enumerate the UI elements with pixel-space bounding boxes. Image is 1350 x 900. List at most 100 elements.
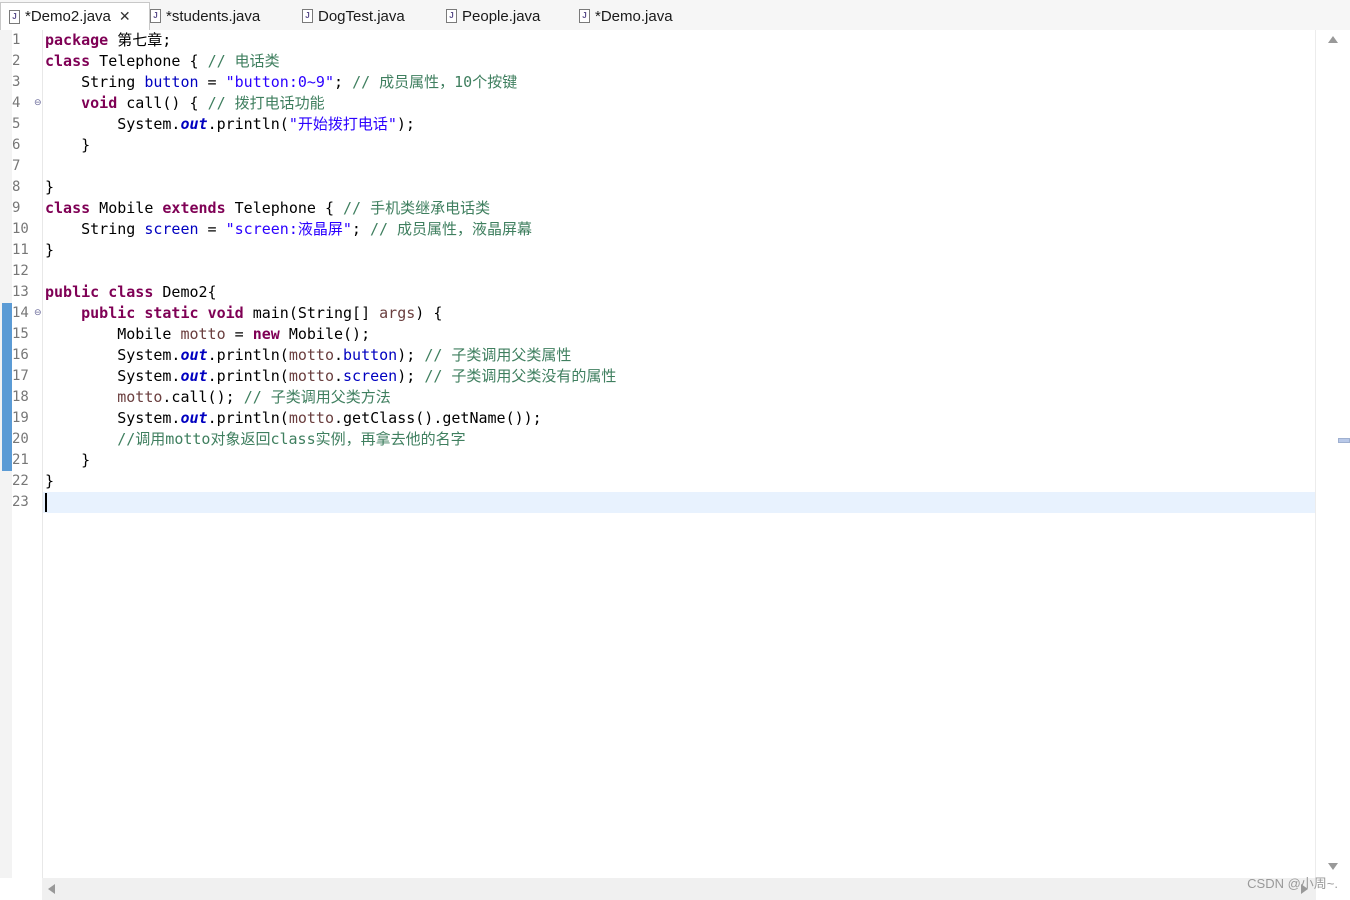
line-number: 4 [12, 95, 21, 111]
code-token: } [45, 241, 55, 259]
code-line[interactable]: String button = "button:0~9"; // 成员属性，10… [45, 72, 517, 93]
code-line[interactable]: System.out.println(motto.getClass().getN… [45, 408, 542, 429]
code-token: "screen:液晶屏" [225, 220, 352, 238]
scroll-left-icon[interactable] [48, 884, 55, 894]
close-icon[interactable]: ✕ [119, 8, 131, 25]
code-token: } [45, 472, 55, 490]
code-line[interactable]: //调用motto对象返回class实例，再拿去他的名字 [45, 429, 466, 450]
code-token: extends [162, 199, 226, 217]
code-token: static [144, 304, 199, 322]
change-marker [2, 303, 12, 471]
code-token: = [198, 220, 226, 238]
java-file-icon: J [150, 9, 161, 23]
code-token: . [334, 346, 344, 364]
code-token: "开始拨打电话" [288, 115, 397, 133]
code-line[interactable]: } [45, 450, 90, 471]
tab-demo2-java[interactable]: J *Demo2.java ✕ [0, 2, 150, 31]
line-number: 2 [12, 53, 21, 69]
text-caret [45, 493, 47, 512]
code-token: main(String[] [243, 304, 380, 322]
line-number: 17 [12, 368, 29, 384]
code-token: Telephone { [225, 199, 344, 217]
code-token: //调用motto对象返回class实例，再拿去他的名字 [117, 430, 466, 448]
code-token: button [343, 346, 398, 364]
code-line[interactable]: class Telephone { // 电话类 [45, 51, 280, 72]
tab-demo-java[interactable]: J *Demo.java [579, 2, 673, 30]
code-token: = [198, 73, 226, 91]
code-line[interactable]: public static void main(String[] args) { [45, 303, 442, 324]
tab-students-java[interactable]: J *students.java [150, 2, 260, 30]
code-token: void [81, 94, 118, 112]
code-token: } [45, 178, 55, 196]
current-line-highlight [43, 492, 1315, 513]
line-number: 1 [12, 32, 21, 48]
code-token: package [45, 31, 109, 49]
code-token: class [45, 52, 91, 70]
code-line[interactable]: package 第七章; [45, 30, 171, 51]
code-token: String [45, 220, 145, 238]
line-number: 22 [12, 473, 29, 489]
tab-label: DogTest.java [318, 7, 405, 25]
code-token: out [180, 409, 208, 427]
code-line[interactable]: } [45, 177, 54, 198]
code-token: args [379, 304, 416, 322]
code-token: class [45, 199, 91, 217]
code-line[interactable]: } [45, 471, 54, 492]
code-token: Telephone { [90, 52, 208, 70]
fold-toggle-icon[interactable]: ⊖ [34, 93, 42, 114]
code-token: // 手机类继承电话类 [343, 199, 491, 217]
code-token: public [81, 304, 136, 322]
scroll-up-icon[interactable] [1328, 36, 1338, 43]
line-number: 21 [12, 452, 29, 468]
code-token: screen [343, 367, 398, 385]
line-number: 20 [12, 431, 29, 447]
line-number: 15 [12, 326, 29, 342]
java-file-icon: J [579, 9, 590, 23]
code-line[interactable]: } [45, 240, 54, 261]
overview-ruler-mark[interactable] [1338, 438, 1350, 443]
code-token: screen [144, 220, 199, 238]
tab-people-java[interactable]: J People.java [446, 2, 540, 30]
horizontal-scrollbar[interactable] [42, 878, 1316, 900]
code-line[interactable]: class Mobile extends Telephone { // 手机类继… [45, 198, 490, 219]
code-token: call() { [117, 94, 208, 112]
line-number: 6 [12, 137, 21, 153]
code-token: motto [117, 388, 163, 406]
code-line[interactable]: } [45, 135, 90, 156]
fold-toggle-icon[interactable]: ⊖ [34, 303, 42, 324]
java-file-icon: J [9, 9, 20, 24]
code-token: // 成员属性，液晶屏幕 [369, 220, 533, 238]
code-line[interactable]: void call() { // 拨打电话功能 [45, 93, 325, 114]
code-token: .println( [207, 115, 289, 133]
vertical-scrollbar[interactable] [1315, 30, 1350, 878]
code-line[interactable]: System.out.println(motto.screen); // 子类调… [45, 366, 616, 387]
scroll-down-icon[interactable] [1328, 863, 1338, 870]
code-editor[interactable]: 1 2 3 4 ⊖ 5 6 7 8 9 10 11 12 13 14 ⊖ 15 … [0, 30, 1350, 900]
code-line[interactable]: String screen = "screen:液晶屏"; // 成员属性，液晶… [45, 219, 532, 240]
code-line[interactable]: motto.call(); // 子类调用父类方法 [45, 387, 391, 408]
code-line[interactable]: System.out.println(motto.button); // 子类调… [45, 345, 571, 366]
code-token: . [334, 367, 344, 385]
code-token: "button:0~9" [225, 73, 334, 91]
code-token: out [180, 115, 208, 133]
watermark: CSDN @小周~. [1247, 876, 1338, 891]
code-token: motto [288, 409, 334, 427]
code-token: .getClass().getName()); [334, 409, 542, 427]
code-token: System. [45, 115, 181, 133]
line-number: 7 [12, 158, 21, 174]
line-number: 16 [12, 347, 29, 363]
code-line[interactable]: public class Demo2{ [45, 282, 217, 303]
code-line[interactable]: System.out.println("开始拨打电话"); [45, 114, 415, 135]
code-line[interactable]: Mobile motto = new Mobile(); [45, 324, 370, 345]
tab-dogtest-java[interactable]: J DogTest.java [302, 2, 405, 30]
code-token: Demo2{ [153, 283, 217, 301]
code-token: System. [45, 409, 181, 427]
code-token: class [108, 283, 154, 301]
code-token: ; [351, 220, 370, 238]
